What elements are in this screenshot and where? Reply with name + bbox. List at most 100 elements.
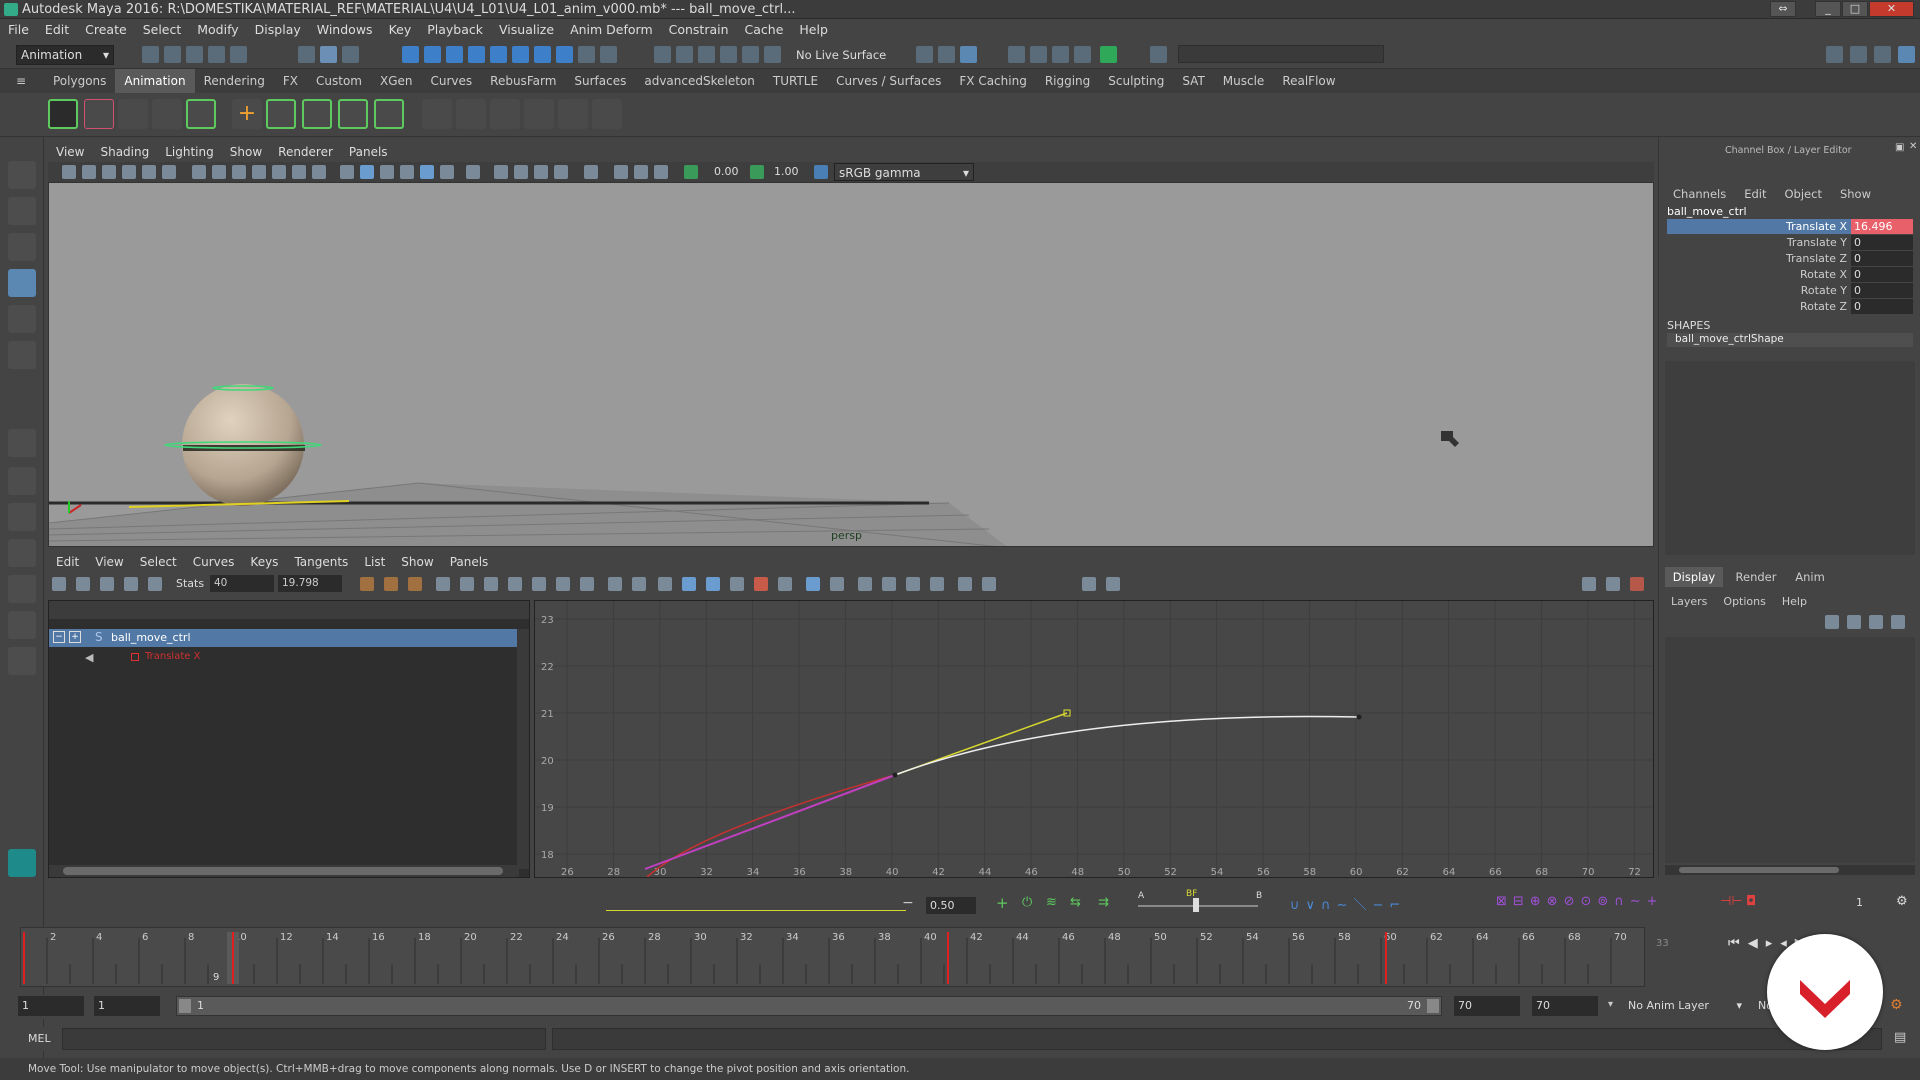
shadows-icon[interactable] [466, 165, 480, 179]
retime-tool-icon[interactable] [148, 577, 162, 591]
layer-menu-options[interactable]: Options [1723, 595, 1765, 608]
render-view-icon[interactable] [1052, 46, 1069, 63]
film-gate-icon[interactable] [212, 165, 226, 179]
exposure-value[interactable]: 0.00 [714, 165, 739, 178]
ge-menu-tangents[interactable]: Tangents [286, 552, 356, 572]
select-object-icon[interactable] [320, 46, 337, 63]
frame-selection-icon[interactable] [384, 577, 398, 591]
smooth-shade-icon[interactable] [360, 165, 374, 179]
grid-icon[interactable] [192, 165, 206, 179]
frame-view-icon[interactable] [1606, 577, 1620, 591]
history-icon[interactable] [512, 46, 529, 63]
layer-scroll-thumb[interactable] [1679, 867, 1839, 873]
record-icon[interactable]: ◘ [1746, 894, 1756, 909]
playback-start-field[interactable]: 1 [94, 996, 160, 1016]
unify-tangents-icon[interactable] [682, 577, 696, 591]
exposure-icon[interactable] [684, 165, 698, 179]
collapse-icon[interactable]: − [53, 631, 65, 643]
tab-rigging[interactable]: Rigging [1036, 69, 1099, 93]
wireframe-on-shaded-icon[interactable] [400, 165, 414, 179]
settings-gear-icon[interactable]: ⚙ [1896, 894, 1908, 909]
snap-live-icon[interactable] [490, 46, 507, 63]
shape-row[interactable]: ball_move_ctrlShape [1667, 333, 1913, 347]
ik-handle-icon[interactable] [152, 99, 182, 129]
tangent-linear-icon[interactable] [302, 99, 332, 129]
weight-field[interactable]: 0.50 [926, 897, 976, 914]
pan-view-icon[interactable] [1582, 577, 1596, 591]
menu-visualize[interactable]: Visualize [491, 19, 562, 41]
new-empty-layer-icon[interactable] [1869, 615, 1883, 629]
script-layout-icon[interactable] [8, 647, 36, 675]
minus-icon[interactable]: − [902, 895, 914, 911]
use-all-lights-icon[interactable] [440, 165, 454, 179]
buffer-curve-snapshot-icon[interactable] [608, 577, 622, 591]
ambient-occlusion-icon[interactable] [494, 165, 508, 179]
vp-menu-show[interactable]: Show [222, 143, 270, 162]
tab-xgen[interactable]: XGen [371, 69, 422, 93]
resolution-gate-icon[interactable] [232, 165, 246, 179]
menu-modify[interactable]: Modify [189, 19, 246, 41]
move-layer-down-icon[interactable] [1847, 615, 1861, 629]
set-key-icon[interactable] [48, 99, 78, 129]
snap-live-surface-icon[interactable] [742, 46, 759, 63]
tab-polygons[interactable]: Polygons [44, 69, 115, 93]
tangent-clamped-icon[interactable] [484, 577, 498, 591]
tangent-spline-icon[interactable] [338, 99, 368, 129]
outliner-vertical-scrollbar[interactable] [517, 629, 529, 869]
channel-row[interactable]: Translate Z 0 [1667, 251, 1913, 266]
depth-of-field-icon[interactable] [554, 165, 568, 179]
tab-rebusfarm[interactable]: RebusFarm [481, 69, 565, 93]
menu-cache[interactable]: Cache [737, 19, 792, 41]
tab-render[interactable]: Render [1727, 567, 1785, 587]
tab-curves-surfaces[interactable]: Curves / Surfaces [827, 69, 950, 93]
3d-viewport[interactable]: persp [48, 182, 1654, 547]
snap-to-point-icon[interactable] [698, 46, 715, 63]
tab-fx-caching[interactable]: FX Caching [950, 69, 1035, 93]
channel-row[interactable]: Rotate X 0 [1667, 267, 1913, 282]
graph-settings-icon[interactable] [1630, 577, 1644, 591]
gamma-value[interactable]: 1.00 [774, 165, 799, 178]
parent-constraint-icon[interactable] [422, 99, 452, 129]
menu-constrain[interactable]: Constrain [661, 19, 737, 41]
menu-select[interactable]: Select [135, 19, 190, 41]
tab-rendering[interactable]: Rendering [195, 69, 274, 93]
open-dope-sheet-icon[interactable] [1082, 577, 1096, 591]
ge-menu-view[interactable]: View [87, 552, 131, 572]
snap-grid-icon[interactable] [402, 46, 419, 63]
field-chart-icon[interactable] [272, 165, 286, 179]
value-snap-icon[interactable] [830, 577, 844, 591]
tween-tool-icons[interactable]: ⊠⊟⊕⊗⊘⊙⊚∩∼+ [1496, 894, 1664, 909]
load-selected-icon[interactable] [778, 577, 792, 591]
channel-value[interactable]: 0 [1851, 267, 1913, 282]
render-settings-icon[interactable] [1008, 46, 1025, 63]
auto-load-icon[interactable] [754, 577, 768, 591]
restore-arrows-icon[interactable]: ⇔ [1770, 1, 1796, 17]
post-infinity-offset-icon[interactable] [982, 577, 996, 591]
bookmark-icon[interactable] [102, 165, 116, 179]
cb-menu-show[interactable]: Show [1840, 187, 1871, 201]
time-snap-icon[interactable] [806, 577, 820, 591]
channel-value[interactable]: 16.496 [1851, 219, 1913, 234]
channel-value[interactable]: 0 [1851, 299, 1913, 314]
motion-blur-icon[interactable] [514, 165, 528, 179]
tool-settings-icon[interactable] [1874, 46, 1891, 63]
anti-aliasing-icon[interactable] [534, 165, 548, 179]
gate-mask-icon[interactable] [252, 165, 266, 179]
ge-menu-panels[interactable]: Panels [442, 552, 497, 572]
ge-menu-select[interactable]: Select [132, 552, 185, 572]
graph-layout-icon[interactable] [8, 575, 36, 603]
input-ops-icon[interactable] [600, 46, 617, 63]
vp-menu-panels[interactable]: Panels [341, 143, 396, 162]
image-plane-icon[interactable] [122, 165, 136, 179]
menu-playback[interactable]: Playback [419, 19, 491, 41]
color-management-icon[interactable] [814, 165, 828, 179]
redo-icon[interactable] [230, 46, 247, 63]
channel-row[interactable]: Rotate Y 0 [1667, 283, 1913, 298]
scene-end-field[interactable]: 70 [1532, 996, 1598, 1016]
denormalize-icon[interactable] [882, 577, 896, 591]
select-tool-icon[interactable] [8, 161, 36, 189]
graph-area[interactable]: 23 22 21 20 19 18 26 28 30 32 34 36 38 40 42 44 46 48 50 5… [534, 600, 1654, 878]
cb-menu-channels[interactable]: Channels [1673, 187, 1726, 201]
2d-pan-zoom-icon[interactable] [142, 165, 156, 179]
scale-constraint-icon[interactable] [558, 99, 588, 129]
